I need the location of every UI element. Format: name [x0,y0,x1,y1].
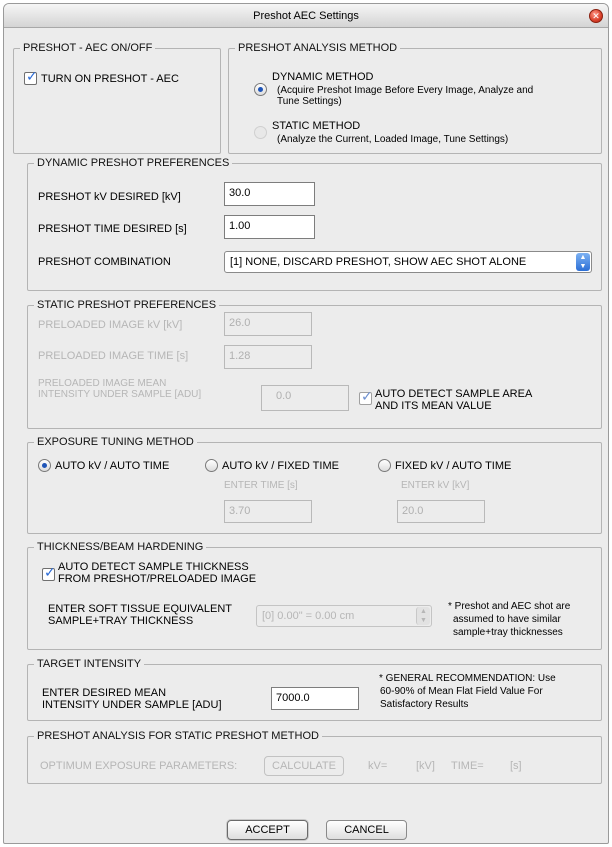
calculate-button[interactable]: CALCULATE [264,756,344,776]
turn-on-preshot-label[interactable]: TURN ON PRESHOT - AEC [41,73,179,86]
result-kv-label: kV= [368,760,388,772]
preshot-kv-label: PRESHOT kV DESIRED [kV] [38,191,181,203]
checkmark-icon: ✓ [44,565,56,581]
accept-button[interactable]: ACCEPT [227,820,308,840]
turn-on-preshot-checkbox[interactable]: ✓ [24,69,38,85]
enter-kv-label: ENTER kV [kV] [401,480,470,491]
static-method-title[interactable]: STATIC METHOD [272,120,360,133]
preloaded-time-label: PRELOADED IMAGE TIME [s] [38,350,189,362]
auto-kv-auto-time-radio[interactable] [38,459,51,472]
target-intensity-legend: TARGET INTENSITY [37,658,142,670]
close-icon[interactable]: ✕ [589,9,603,23]
checkmark-icon: ✓ [361,389,373,405]
preshot-kv-input[interactable]: 30.0 [224,182,315,206]
exposure-tuning-group: EXPOSURE TUNING METHOD [27,436,602,534]
updown-arrow-icon: ▲ ▼ [576,253,590,271]
dynamic-method-radio[interactable] [254,83,267,96]
result-time-label: TIME= [451,760,484,772]
preshot-combination-label: PRESHOT COMBINATION [38,256,171,268]
auto-detect-thickness-label-2: FROM PRESHOT/PRELOADED IMAGE [58,573,257,585]
title-bar[interactable]: Preshot AEC Settings ✕ [4,4,608,28]
auto-kv-fixed-time-label[interactable]: AUTO kV / FIXED TIME [222,460,339,473]
enter-time-label: ENTER TIME [s] [224,480,298,491]
soft-tissue-label-2: SAMPLE+TRAY THICKNESS [48,615,194,627]
analysis-method-legend: PRESHOT ANALYSIS METHOD [238,42,398,54]
target-intensity-input[interactable]: 7000.0 [271,687,359,710]
dynamic-method-desc-1: (Acquire Preshot Image Before Every Imag… [277,85,534,96]
preshot-time-input[interactable]: 1.00 [224,215,315,239]
auto-detect-sample-area-checkbox[interactable]: ✓ [359,389,373,405]
soft-tissue-thickness-value: [0] 0.00" = 0.00 cm [262,610,355,622]
preshot-combination-select[interactable]: [1] NONE, DISCARD PRESHOT, SHOW AEC SHOT… [224,251,592,273]
cancel-button[interactable]: CANCEL [326,820,407,840]
preshot-combination-value: [1] NONE, DISCARD PRESHOT, SHOW AEC SHOT… [230,256,527,268]
aec-onoff-legend: PRESHOT - AEC ON/OFF [23,42,153,54]
preloaded-mean-label-1: PRELOADED IMAGE MEAN [38,378,167,389]
enter-kv-input[interactable]: 20.0 [397,500,485,523]
static-analysis-legend: PRESHOT ANALYSIS FOR STATIC PRESHOT METH… [37,730,319,742]
soft-tissue-thickness-select[interactable]: [0] 0.00" = 0.00 cm ▲ ▼ [256,605,432,627]
static-prefs-legend: STATIC PRESHOT PREFERENCES [37,299,217,311]
preshot-time-label: PRESHOT TIME DESIRED [s] [38,223,187,235]
preloaded-kv-label: PRELOADED IMAGE kV [kV] [38,319,183,331]
auto-kv-auto-time-label[interactable]: AUTO kV / AUTO TIME [55,460,169,473]
settings-window: Preshot AEC Settings ✕ PRESHOT - AEC ON/… [3,3,609,844]
thickness-note-3: sample+tray thicknesses [453,627,563,638]
exposure-tuning-legend: EXPOSURE TUNING METHOD [37,436,194,448]
thickness-note-2: assumed to have similar [453,614,561,625]
preloaded-time-input[interactable]: 1.28 [224,345,312,369]
window-title: Preshot AEC Settings [253,10,359,22]
auto-detect-thickness-checkbox[interactable]: ✓ [42,565,56,581]
auto-kv-fixed-time-radio[interactable] [205,459,218,472]
static-method-radio[interactable] [254,126,267,139]
dynamic-prefs-legend: DYNAMIC PRESHOT PREFERENCES [37,157,230,169]
result-time-unit: [s] [510,760,522,772]
recommendation-2: 60-90% of Mean Flat Field Value For [380,686,543,697]
enter-time-input[interactable]: 3.70 [224,500,312,523]
preloaded-kv-input[interactable]: 26.0 [224,312,312,336]
aec-onoff-group: PRESHOT - AEC ON/OFF [13,42,221,154]
preloaded-mean-label-2: INTENSITY UNDER SAMPLE [ADU] [38,389,202,400]
recommendation-3: Satisfactory Results [380,699,469,710]
thickness-note-1: * Preshot and AEC shot are [448,601,571,612]
static-method-desc: (Analyze the Current, Loaded Image, Tune… [277,134,509,145]
updown-arrow-icon: ▲ ▼ [416,607,430,625]
dynamic-method-title[interactable]: DYNAMIC METHOD [272,71,373,84]
target-intensity-label-2: INTENSITY UNDER SAMPLE [ADU] [42,699,222,711]
preloaded-mean-input[interactable]: 0.0 [261,385,349,411]
checkmark-icon: ✓ [26,69,38,85]
recommendation-1: * GENERAL RECOMMENDATION: Use [379,673,556,684]
result-kv-unit: [kV] [416,760,435,772]
optimum-exposure-label: OPTIMUM EXPOSURE PARAMETERS: [40,760,238,772]
thickness-legend: THICKNESS/BEAM HARDENING [37,541,204,553]
dynamic-method-desc-2: Tune Settings) [277,96,342,107]
fixed-kv-auto-time-radio[interactable] [378,459,391,472]
fixed-kv-auto-time-label[interactable]: FIXED kV / AUTO TIME [395,460,511,473]
auto-detect-sample-area-label-2: AND ITS MEAN VALUE [375,400,492,412]
